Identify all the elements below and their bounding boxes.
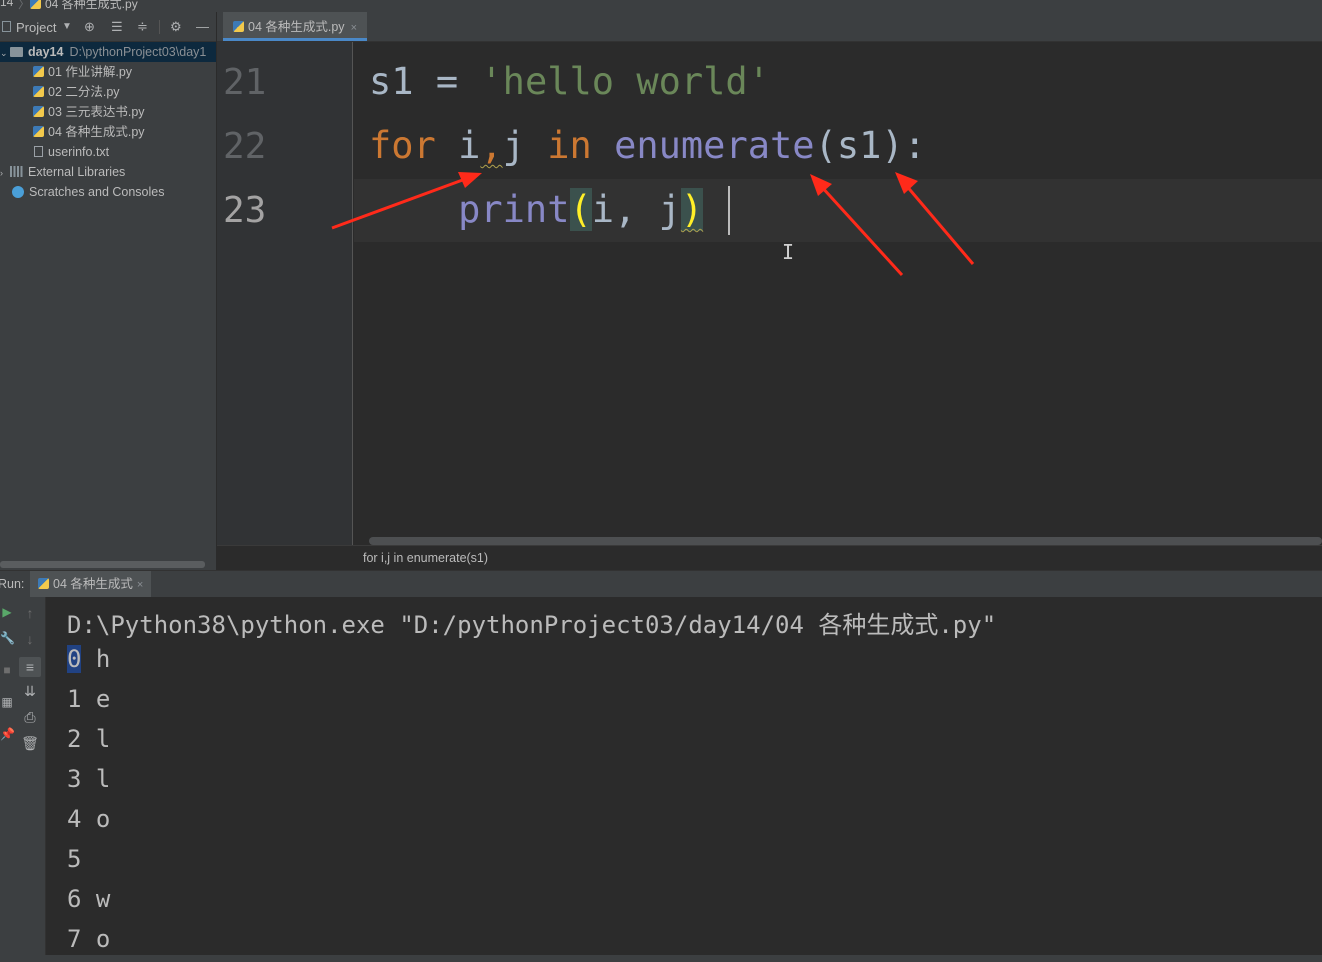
- console-output-line: 6 w: [67, 885, 111, 913]
- stop-icon[interactable]: ■: [0, 663, 14, 677]
- console-output-line: 1 e: [67, 685, 111, 713]
- trash-icon[interactable]: 🗑: [14, 735, 46, 751]
- python-file-icon: [38, 578, 49, 589]
- run-console[interactable]: D:\Python38\python.exe "D:/pythonProject…: [46, 597, 1322, 962]
- breadcrumb[interactable]: for i,j in enumerate(s1): [363, 551, 488, 565]
- console-output-line: 3 l: [67, 765, 111, 793]
- close-icon[interactable]: ×: [137, 579, 143, 591]
- run-actions-toolbar: ▶ 🔧 ■ ▦ 📌: [0, 597, 15, 962]
- console-output-line: 0 h: [67, 645, 111, 673]
- console-output-line: 7 o: [67, 925, 111, 953]
- down-arrow-icon[interactable]: ↓: [14, 631, 46, 647]
- run-label: Run:: [0, 577, 25, 591]
- scroll-to-end-icon[interactable]: ⇊: [14, 683, 46, 699]
- print-icon[interactable]: ⎙: [14, 709, 46, 725]
- console-output-line: 2 l: [67, 725, 111, 753]
- bottom-toolbar-edge: [0, 955, 1322, 962]
- run-tab-label: 04 各种生成式: [53, 577, 133, 591]
- editor-breadcrumb-bar: for i,j in enumerate(s1): [217, 545, 1322, 570]
- console-output-line: 5: [67, 845, 82, 873]
- up-arrow-icon[interactable]: ↑: [14, 605, 46, 621]
- rerun-icon[interactable]: ▶: [0, 605, 14, 619]
- wrench-icon[interactable]: 🔧: [0, 631, 15, 645]
- console-output-line: 4 o: [67, 805, 111, 833]
- arrow-to-comma: [331, 172, 482, 230]
- soft-wrap-icon[interactable]: ≡: [19, 657, 41, 677]
- run-tool-window-header: Run: 04 各种生成式 ×: [0, 570, 1322, 597]
- arrow-to-enumerate: [810, 174, 904, 277]
- run-tab[interactable]: 04 各种生成式 ×: [30, 571, 152, 597]
- arrow-to-s1: [895, 172, 975, 265]
- pin-icon[interactable]: 📌: [0, 727, 15, 741]
- console-toolbar: ↑ ↓ ≡ ⇊ ⎙ 🗑: [14, 597, 46, 962]
- layout-icon[interactable]: ▦: [0, 695, 14, 709]
- console-command-line: D:\Python38\python.exe "D:/pythonProject…: [67, 611, 997, 639]
